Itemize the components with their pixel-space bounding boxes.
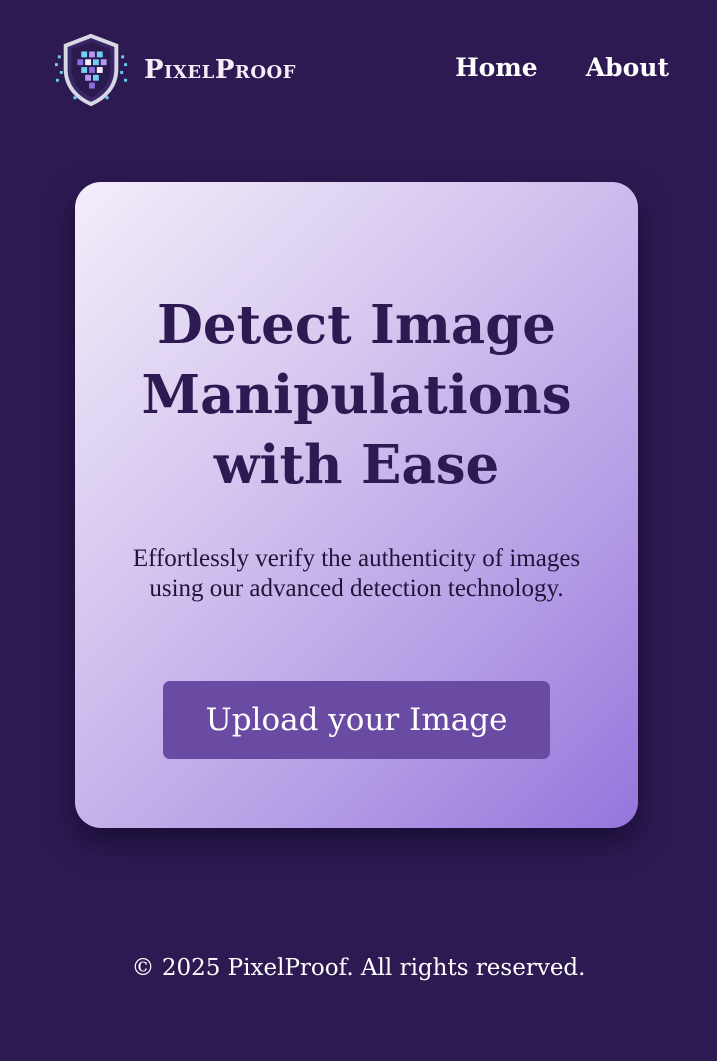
upload-image-button[interactable]: Upload your Image: [163, 681, 550, 759]
nav-about-link[interactable]: About: [586, 53, 669, 82]
footer-copyright: © 2025 PixelProof. All rights reserved.: [131, 955, 586, 981]
hero-card: Detect Image Manipulations with Ease Eff…: [75, 182, 638, 828]
brand-name: PixelProof: [144, 55, 296, 85]
nav-home-link[interactable]: Home: [455, 53, 538, 82]
hero-description: Effortlessly verify the authenticity of …: [132, 545, 581, 602]
site-header: PixelProof Home About: [0, 0, 717, 140]
brand-logo[interactable]: PixelProof: [52, 32, 296, 108]
shield-pixel-icon: [54, 33, 128, 107]
hero-title: Detect Image Manipulations with Ease: [141, 294, 572, 496]
main-nav: Home About: [455, 53, 669, 82]
